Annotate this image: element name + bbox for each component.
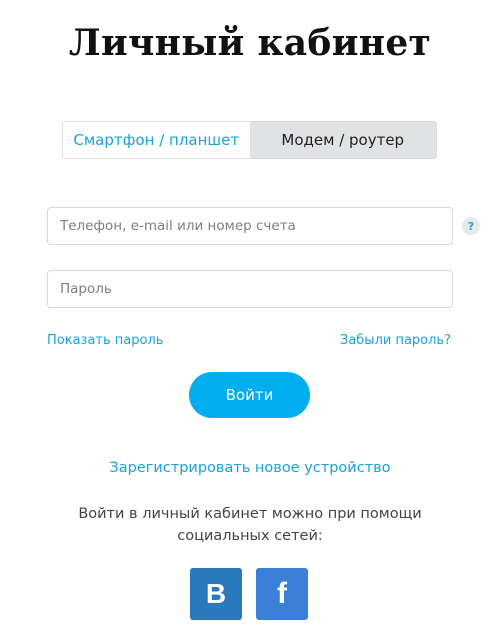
facebook-icon: f xyxy=(277,577,287,610)
help-icon[interactable]: ? xyxy=(462,217,480,235)
page-title: Личный кабинет xyxy=(68,22,432,64)
vk-login-button[interactable]: В xyxy=(190,568,242,620)
social-login-text: Войти в личный кабинет можно при помощи … xyxy=(78,506,422,544)
forgot-password-link[interactable]: Забыли пароль? xyxy=(340,333,451,348)
login-button[interactable]: Войти xyxy=(189,372,310,418)
facebook-login-button[interactable]: f xyxy=(256,568,308,620)
vk-icon: В xyxy=(205,578,227,609)
login-page: Личный кабинет Смартфон / планшет Модем … xyxy=(0,0,500,639)
tab-modem-router[interactable]: Модем / роутер xyxy=(249,122,436,158)
show-password-link[interactable]: Показать пароль xyxy=(47,333,163,348)
login-input[interactable] xyxy=(47,207,453,245)
password-input[interactable] xyxy=(47,270,453,308)
tab-smartphone-tablet[interactable]: Смартфон / планшет xyxy=(63,122,250,158)
device-type-switch: Смартфон / планшет Модем / роутер xyxy=(62,121,437,159)
register-device-link[interactable]: Зарегистрировать новое устройство xyxy=(0,460,500,476)
